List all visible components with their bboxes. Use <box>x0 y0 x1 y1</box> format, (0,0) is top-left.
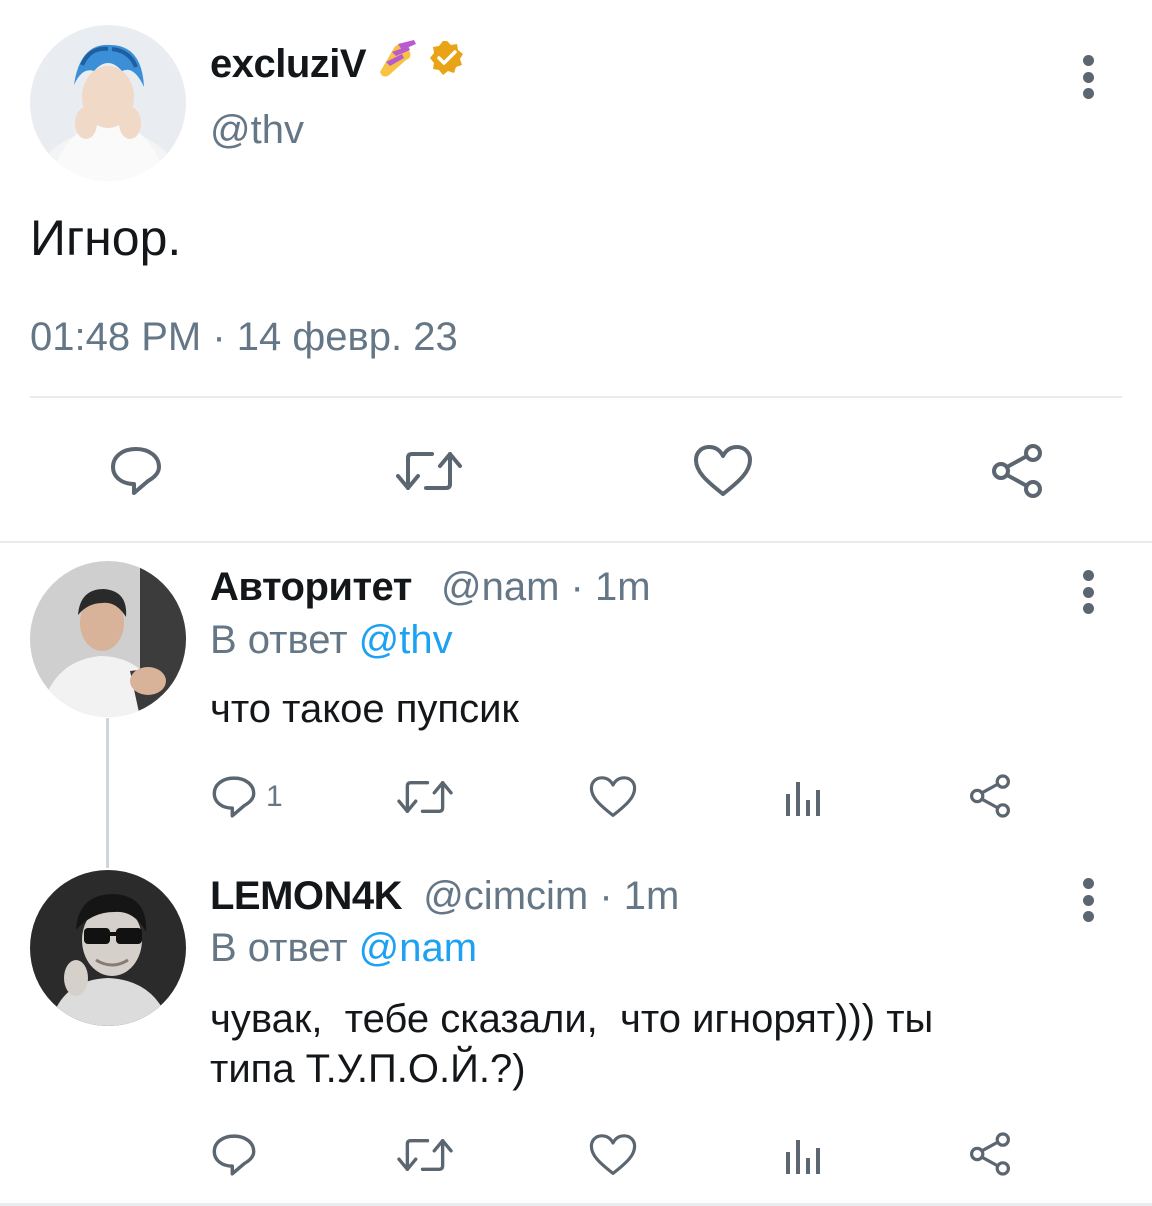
main-tweet-timestamp[interactable]: 01:48 PM · 14 февр. 23 <box>30 313 458 361</box>
main-author-name-row[interactable]: excluziV <box>210 38 466 89</box>
reply-author-name[interactable]: LEMON4K <box>210 874 403 918</box>
reply-count: 1 <box>266 780 283 813</box>
main-author-avatar[interactable] <box>30 25 186 181</box>
main-author-handle[interactable]: @thv <box>210 106 304 154</box>
reply-prefix: В ответ <box>210 618 359 662</box>
share-icon[interactable] <box>964 1128 1016 1180</box>
share-icon[interactable] <box>984 438 1050 504</box>
reply-author-name[interactable]: Авторитет <box>210 565 412 609</box>
nail-polish-emoji <box>374 38 420 89</box>
main-author-name[interactable]: excluziV <box>210 40 367 88</box>
verified-badge-icon <box>428 39 466 88</box>
reply-mention[interactable]: @thv <box>359 618 453 662</box>
more-options-icon[interactable] <box>1080 878 1096 922</box>
reply-time: 1m <box>594 565 651 609</box>
reply-action[interactable] <box>210 1130 258 1180</box>
reply-action[interactable]: 1 <box>210 772 283 822</box>
reply-text: что такое пупсик <box>210 687 519 731</box>
reply-text-line: типа Т.У.П.О.Й.?) <box>210 1047 526 1091</box>
thread-connector-line <box>106 718 109 868</box>
like-icon[interactable] <box>588 772 638 822</box>
reply-icon[interactable] <box>210 773 258 821</box>
retweet-icon[interactable] <box>396 1130 454 1180</box>
analytics-icon[interactable] <box>780 1132 824 1180</box>
meta-separator: · <box>559 565 595 609</box>
reply-author-avatar[interactable] <box>30 870 186 1026</box>
reply-header: Авторитет @nam · 1m <box>210 563 651 611</box>
reply-author-handle[interactable]: @cimcim <box>423 874 588 918</box>
more-options-icon[interactable] <box>1080 55 1096 99</box>
reply-prefix: В ответ <box>210 926 359 970</box>
retweet-icon[interactable] <box>392 440 466 502</box>
main-tweet-text: Игнор. <box>30 210 182 266</box>
analytics-icon[interactable] <box>780 774 824 822</box>
like-icon[interactable] <box>690 440 756 502</box>
reply-text: чувак, тебе сказали, что игнорят))) ты т… <box>210 994 1090 1094</box>
reply-header: LEMON4K @cimcim · 1m <box>210 872 679 920</box>
reply-author-handle[interactable]: @nam <box>441 565 559 609</box>
reply-text-line: чувак, тебе сказали, что игнорят))) ты <box>210 997 934 1041</box>
like-icon[interactable] <box>588 1130 638 1180</box>
divider <box>0 541 1152 543</box>
retweet-icon[interactable] <box>396 772 454 822</box>
reply-author-avatar[interactable] <box>30 561 186 717</box>
meta-separator: · <box>588 874 624 918</box>
reply-context: В ответ @nam <box>210 924 477 972</box>
reply-icon[interactable] <box>210 1131 258 1179</box>
reply-time: 1m <box>623 874 680 918</box>
share-icon[interactable] <box>964 770 1016 822</box>
reply-icon[interactable] <box>100 440 172 502</box>
more-options-icon[interactable] <box>1080 570 1096 614</box>
reply-mention[interactable]: @nam <box>359 926 477 970</box>
divider <box>30 396 1122 398</box>
reply-context: В ответ @thv <box>210 616 453 664</box>
